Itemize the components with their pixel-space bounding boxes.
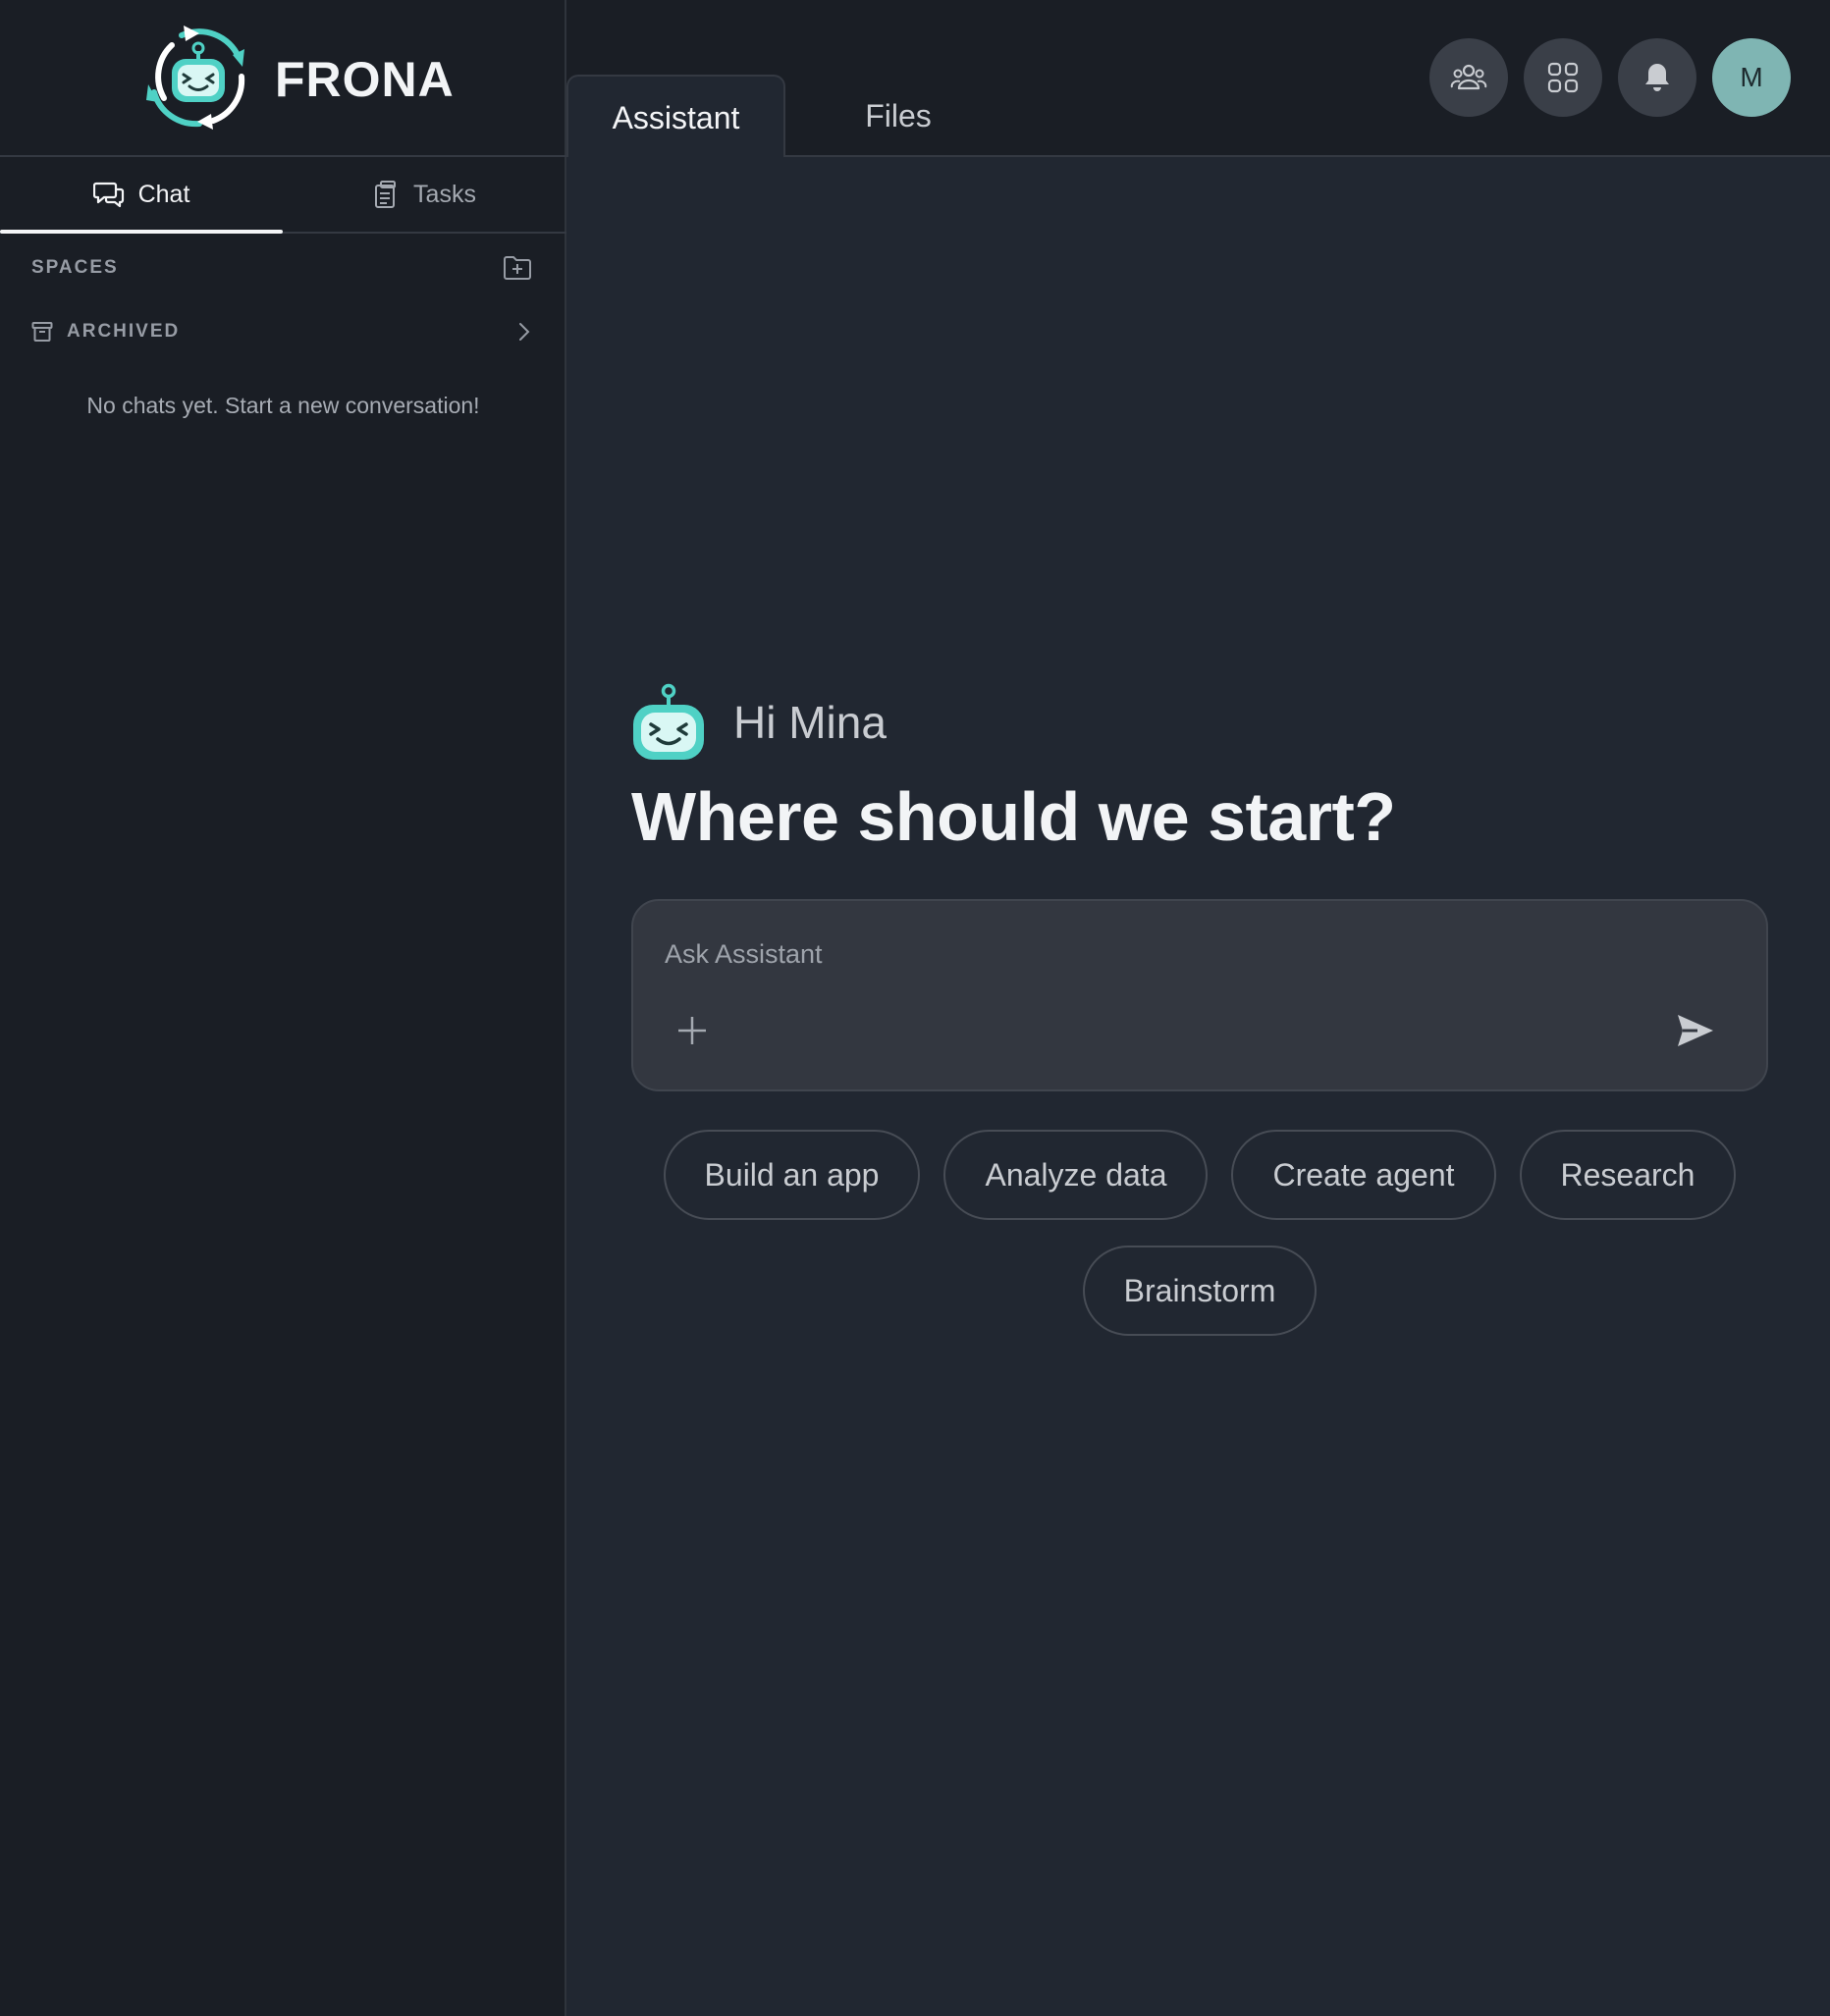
sidebar: FRONA Chat Tasks SPACES ARCHIVED No chat… [0, 0, 566, 2016]
clipboard-icon [375, 181, 397, 208]
empty-chats-message: No chats yet. Start a new conversation! [86, 393, 480, 418]
archived-section[interactable]: ARCHIVED [31, 312, 532, 351]
chip-create-agent[interactable]: Create agent [1231, 1130, 1496, 1220]
notifications-button[interactable] [1618, 38, 1696, 117]
sidebar-tabs: Chat Tasks [0, 157, 566, 234]
spaces-section: SPACES [31, 248, 532, 288]
tab-tasks[interactable]: Tasks [283, 157, 565, 232]
chat-bubbles-icon [92, 182, 124, 208]
tab-chat-label: Chat [137, 180, 190, 208]
page-title: Where should we start? [631, 778, 1396, 855]
tab-assistant[interactable]: Assistant [566, 75, 785, 159]
archive-box-icon [31, 322, 53, 342]
assistant-panel: Hi Mina Where should we start? Build an … [566, 157, 1830, 2016]
apps-button[interactable] [1524, 38, 1602, 117]
brand-header: FRONA [0, 0, 566, 157]
greeting-row: Hi Mina [631, 683, 887, 762]
chip-build-an-app[interactable]: Build an app [663, 1130, 921, 1220]
brand-name: FRONA [275, 52, 455, 107]
bell-icon [1645, 64, 1669, 91]
spaces-label: SPACES [31, 257, 119, 278]
greeting-text: Hi Mina [733, 697, 887, 748]
new-folder-icon[interactable] [503, 255, 532, 281]
chip-research[interactable]: Research [1519, 1130, 1737, 1220]
tab-chat[interactable]: Chat [0, 157, 283, 234]
tab-files[interactable]: Files [814, 75, 983, 157]
add-attachment-icon[interactable] [673, 1011, 712, 1050]
people-button[interactable] [1429, 38, 1508, 117]
robot-sync-logo [146, 26, 245, 130]
people-icon [1450, 64, 1487, 90]
send-icon[interactable] [1672, 1007, 1719, 1054]
apps-grid-icon [1547, 62, 1579, 93]
top-bar: Assistant Files M [566, 0, 1830, 159]
ask-input[interactable] [665, 934, 1646, 974]
chip-analyze-data[interactable]: Analyze data [943, 1130, 1209, 1220]
chevron-right-icon [519, 323, 530, 341]
archived-label: ARCHIVED [67, 321, 181, 342]
suggestion-chips: Build an app Analyze data Create agent R… [631, 1130, 1768, 1336]
user-avatar[interactable]: M [1712, 38, 1791, 117]
tab-tasks-label: Tasks [413, 180, 476, 208]
robot-icon [633, 683, 704, 760]
message-composer [631, 899, 1768, 1091]
chip-brainstorm[interactable]: Brainstorm [1082, 1246, 1318, 1336]
